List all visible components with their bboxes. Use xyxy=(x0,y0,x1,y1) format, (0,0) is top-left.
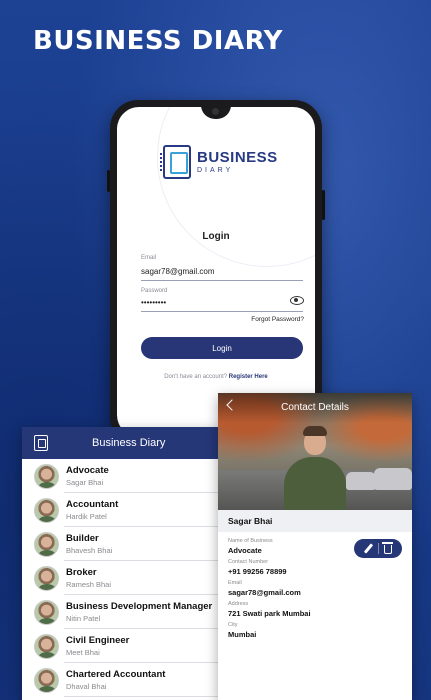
email-label: Email xyxy=(141,255,157,261)
pill-divider xyxy=(378,543,379,554)
contact-details-screen: Contact Details Sagar Bhai Name of Busin… xyxy=(218,393,412,700)
item-title: Business Development Manager xyxy=(66,601,213,612)
edit-button[interactable] xyxy=(362,542,376,555)
address-label: Address xyxy=(228,601,249,607)
password-field[interactable]: ••••••••• xyxy=(141,298,166,307)
item-subtitle: Nitin Patel xyxy=(66,614,101,623)
list-item[interactable]: Builder Bhavesh Bhai xyxy=(22,527,222,561)
login-button[interactable]: Login xyxy=(141,337,303,359)
item-subtitle: Bhavesh Bhai xyxy=(66,546,113,555)
list-item[interactable]: Chartered Accountant Dhaval Bhai xyxy=(22,663,222,697)
list-header: Business Diary xyxy=(22,427,222,459)
item-title: Accountant xyxy=(66,499,119,510)
email-value: sagar78@gmail.com xyxy=(228,588,301,597)
item-title: Broker xyxy=(66,567,97,578)
avatar xyxy=(34,667,59,693)
logo-primary: BUSINESS xyxy=(197,149,278,166)
email-field[interactable]: sagar78@gmail.com xyxy=(141,267,214,276)
pencil-icon xyxy=(363,543,374,554)
photo-person-hair xyxy=(303,426,327,436)
address-value: 721 Swati park Mumbai xyxy=(228,609,311,618)
trash-icon xyxy=(382,542,393,554)
avatar xyxy=(34,633,59,659)
camera-icon xyxy=(212,108,219,115)
item-title: Advocate xyxy=(66,465,109,476)
register-link[interactable]: Register Here xyxy=(229,374,268,380)
item-subtitle: Dhaval Bhai xyxy=(66,682,107,691)
photo-car xyxy=(346,472,376,490)
city-value: Mumbai xyxy=(228,630,257,639)
login-title: Login xyxy=(202,231,230,242)
email-underline xyxy=(141,280,303,281)
list-item[interactable]: Accountant Hardik Patel xyxy=(22,493,222,527)
diary-book-icon xyxy=(160,145,191,179)
list-item[interactable]: Business Development Manager Nitin Patel xyxy=(22,595,222,629)
photo-car xyxy=(374,468,412,490)
list-item[interactable]: Civil Engineer Meet Bhai xyxy=(22,629,222,663)
contact-photo: Contact Details xyxy=(218,393,412,510)
item-subtitle: Hardik Patel xyxy=(66,512,107,521)
business-label: Name of Business xyxy=(228,538,273,544)
app-logo: BUSINESS DIARY xyxy=(160,145,278,179)
delete-button[interactable] xyxy=(381,542,395,555)
item-title: Builder xyxy=(66,533,99,544)
forgot-password-link[interactable]: Forgot Password? xyxy=(227,316,304,323)
list-item[interactable]: Broker Ramesh Bhai xyxy=(22,561,222,595)
avatar xyxy=(34,599,59,625)
decorative-circle xyxy=(157,107,315,267)
banner-title: BUSINESS DIARY xyxy=(33,26,283,56)
list-item[interactable]: Advocate Sagar Bhai xyxy=(22,459,222,493)
power-button xyxy=(322,190,325,220)
logo-secondary: DIARY xyxy=(197,167,234,174)
avatar xyxy=(34,463,59,489)
password-underline xyxy=(141,311,303,312)
item-title: Civil Engineer xyxy=(66,635,130,646)
item-subtitle: Meet Bhai xyxy=(66,648,100,657)
phone-value: +91 99256 78899 xyxy=(228,567,287,576)
item-subtitle: Ramesh Bhai xyxy=(66,580,112,589)
contact-title: Contact Details xyxy=(281,402,349,413)
item-title: Chartered Accountant xyxy=(66,669,166,680)
photo-person-body xyxy=(284,457,346,510)
list-title: Business Diary xyxy=(92,437,166,449)
diary-book-icon xyxy=(34,435,48,451)
avatar xyxy=(34,565,59,591)
contact-name: Sagar Bhai xyxy=(228,516,273,526)
item-subtitle: Sagar Bhai xyxy=(66,478,104,487)
register-prompt: Don't have an account? xyxy=(164,374,228,380)
city-label: City xyxy=(228,622,238,628)
action-pill xyxy=(354,539,402,558)
volume-button xyxy=(107,170,110,192)
email-label: Email xyxy=(228,580,242,586)
business-list-screen: Business Diary Advocate Sagar Bhai Accoun… xyxy=(22,427,222,700)
business-value: Advocate xyxy=(228,546,262,555)
logo-text: BUSINESS DIARY xyxy=(197,150,278,174)
eye-icon[interactable] xyxy=(290,296,304,305)
register-line: Don't have an account? Register Here xyxy=(117,374,315,380)
avatar xyxy=(34,497,59,523)
password-label: Password xyxy=(141,288,168,294)
phone-label: Contact Number xyxy=(228,559,269,565)
avatar xyxy=(34,531,59,557)
login-screen: BUSINESS DIARY Login Email sagar78@gmail… xyxy=(117,107,315,437)
